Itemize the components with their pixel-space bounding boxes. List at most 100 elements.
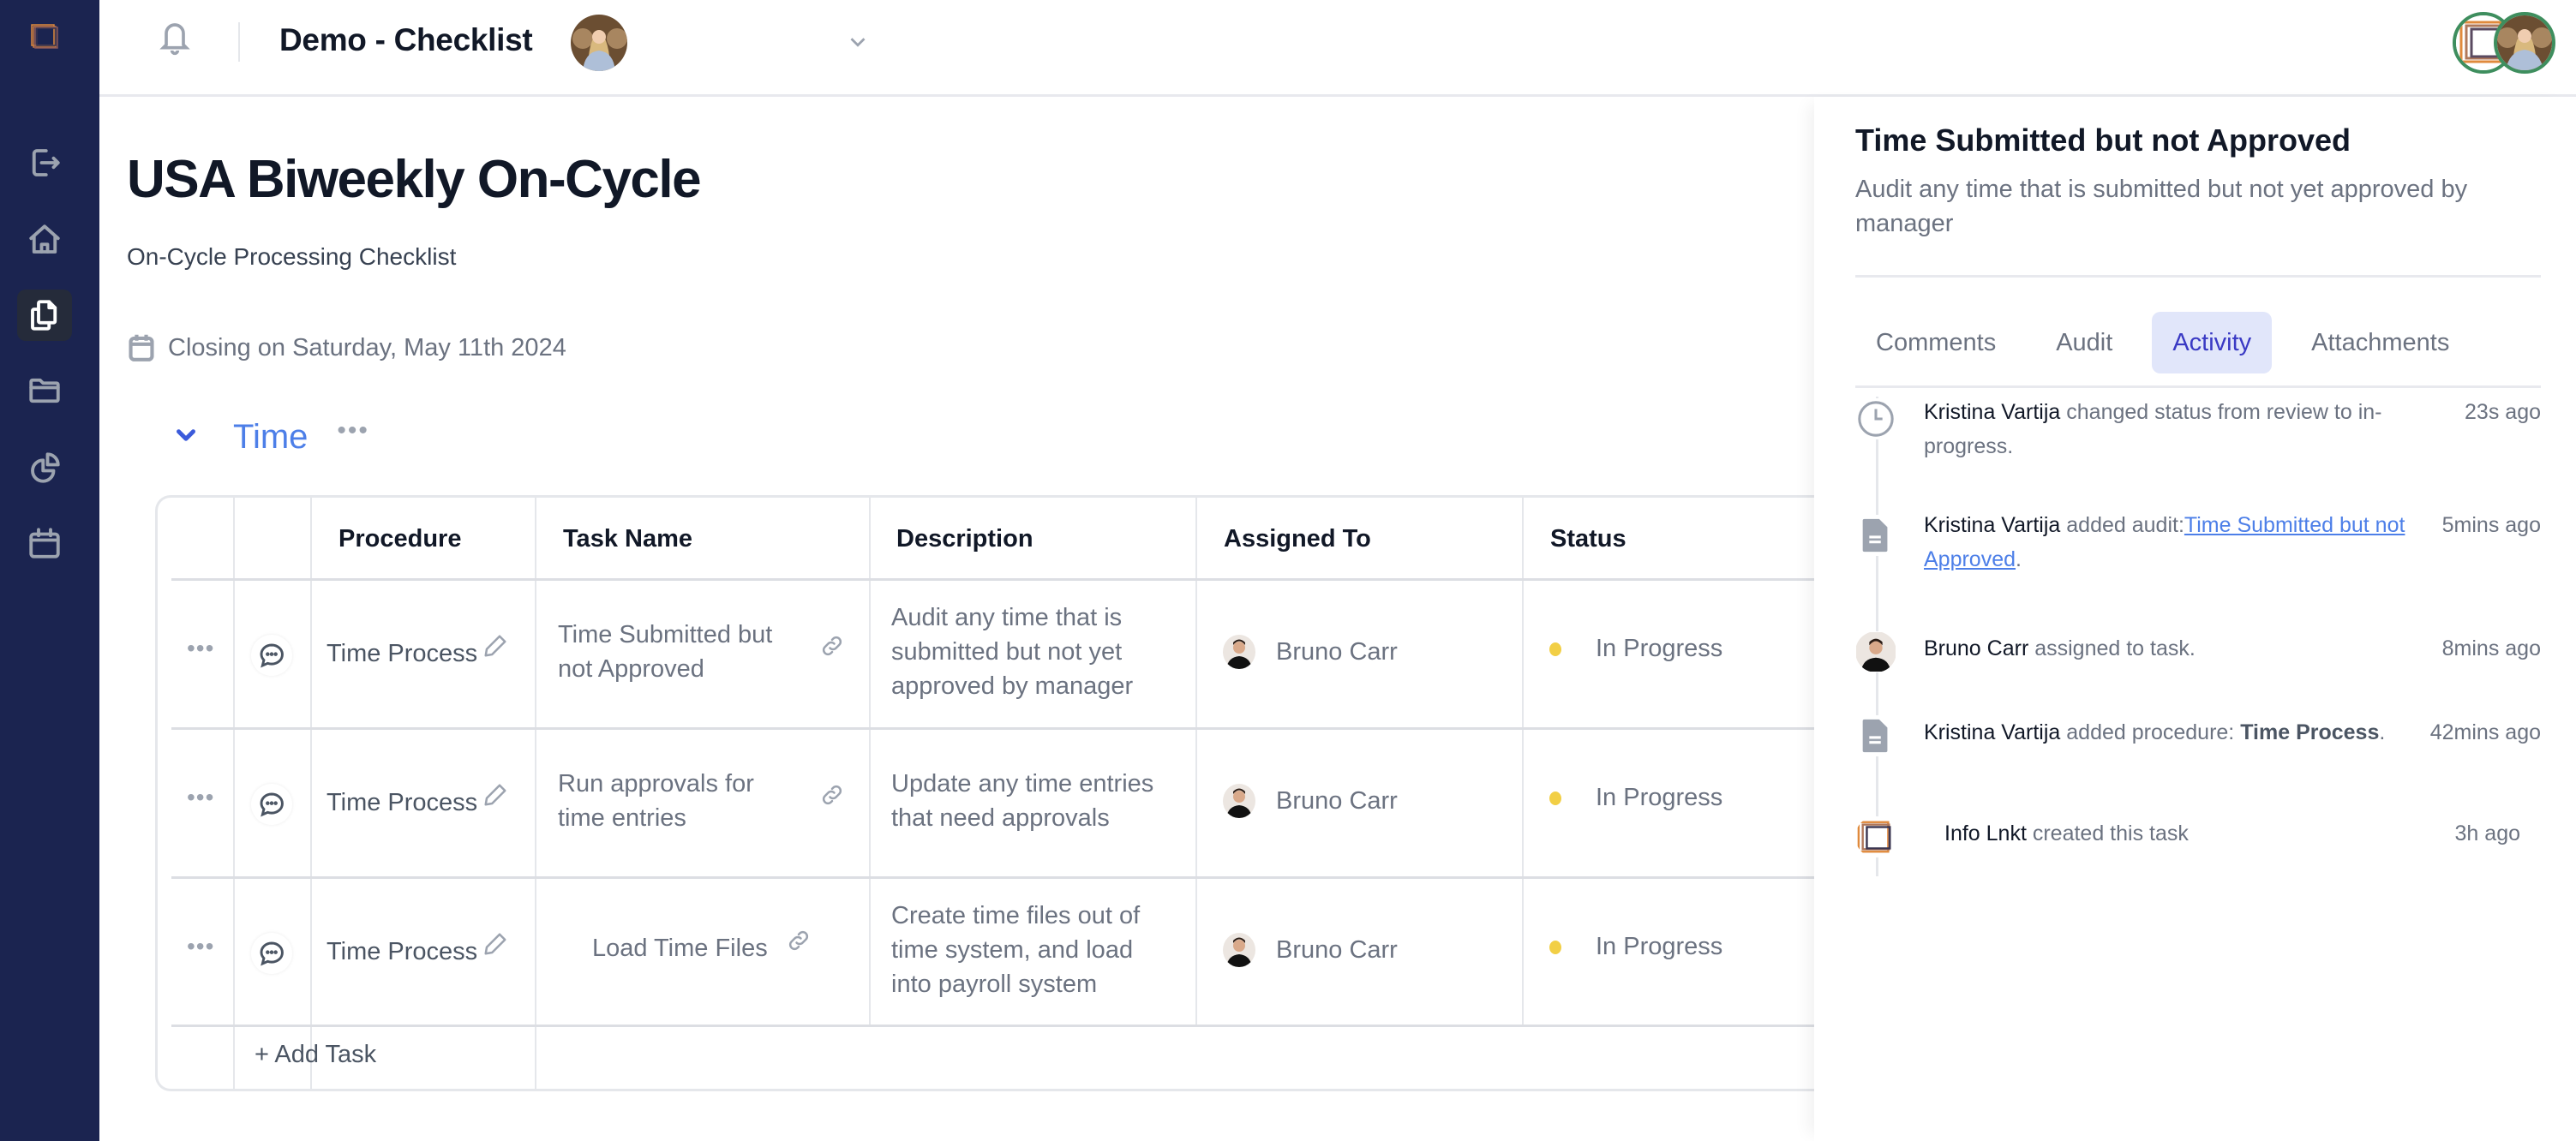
document-icon bbox=[1855, 515, 1896, 556]
comment-icon bbox=[260, 941, 284, 966]
task-name-line: not Approved bbox=[558, 655, 704, 683]
activity-time: 5mins ago bbox=[2441, 513, 2541, 537]
sidebar-item-checklists[interactable] bbox=[17, 290, 72, 341]
avatar-info-lnkt[interactable] bbox=[1855, 816, 1896, 857]
notifications-button[interactable] bbox=[158, 19, 192, 57]
task-name-line: Load Time Files bbox=[592, 935, 768, 962]
activity-text: Info Lnkt created this task bbox=[1944, 816, 2433, 851]
assignee-cell[interactable]: Bruno Carr bbox=[1223, 933, 1398, 967]
task-link-button[interactable] bbox=[786, 928, 812, 958]
row-more-button[interactable]: ••• bbox=[187, 933, 214, 960]
task-name-cell[interactable]: Time Submitted but not Approved bbox=[558, 618, 772, 686]
collaborator-avatars[interactable] bbox=[2453, 12, 2559, 74]
assignee-avatar bbox=[1223, 933, 1255, 967]
documents-icon bbox=[31, 300, 57, 331]
row-more-button[interactable]: ••• bbox=[187, 784, 214, 811]
link-icon bbox=[788, 930, 809, 951]
column-header-procedure[interactable]: Procedure bbox=[338, 525, 461, 553]
document-icon bbox=[1855, 715, 1896, 756]
activity-actor[interactable]: Bruno Carr bbox=[1924, 636, 2028, 660]
task-link-button[interactable] bbox=[819, 782, 845, 812]
procedure-cell[interactable]: Time Process bbox=[326, 935, 477, 969]
activity-time: 8mins ago bbox=[2441, 636, 2541, 660]
row-comments-button[interactable] bbox=[251, 933, 292, 974]
task-link-button[interactable] bbox=[819, 633, 845, 663]
status-cell[interactable]: In Progress bbox=[1549, 933, 1722, 961]
activity-text: Kristina Vartija changed status from rev… bbox=[1924, 395, 2412, 463]
workspace-dropdown[interactable] bbox=[845, 29, 871, 55]
assignee-avatar bbox=[1223, 635, 1255, 669]
assignee-name: Bruno Carr bbox=[1276, 786, 1398, 815]
section-more-button[interactable]: ••• bbox=[337, 417, 369, 444]
comment-icon bbox=[260, 792, 284, 817]
section-title[interactable]: Time bbox=[233, 418, 308, 457]
pencil-icon bbox=[484, 933, 506, 955]
row-more-button[interactable]: ••• bbox=[187, 635, 214, 662]
sidebar-item-calendar[interactable] bbox=[17, 517, 72, 569]
description-line: time system, and load bbox=[891, 936, 1134, 964]
activity-time: 42mins ago bbox=[2429, 720, 2541, 744]
task-name-cell[interactable]: Run approvals for time entries bbox=[558, 767, 754, 835]
top-header: Demo - Checklist bbox=[99, 0, 2576, 97]
procedure-cell[interactable]: Time Process bbox=[326, 636, 477, 671]
sidebar-item-logout[interactable] bbox=[17, 137, 72, 188]
sidebar-item-home[interactable] bbox=[17, 214, 72, 266]
activity-punctuation: . bbox=[2016, 547, 2022, 571]
workspace-title: Demo - Checklist bbox=[279, 22, 533, 57]
activity-actor[interactable]: Info Lnkt bbox=[1944, 821, 2027, 845]
pencil-icon bbox=[484, 635, 506, 657]
pie-chart-icon bbox=[31, 452, 60, 483]
procedure-cell[interactable]: Time Process bbox=[326, 786, 477, 820]
row-comments-button[interactable] bbox=[251, 635, 292, 676]
sidebar-item-files[interactable] bbox=[17, 365, 72, 416]
edit-procedure-button[interactable] bbox=[482, 782, 508, 812]
tab-audit[interactable]: Audit bbox=[2035, 312, 2133, 373]
column-header-status[interactable]: Status bbox=[1550, 525, 1626, 553]
pencil-icon bbox=[484, 784, 506, 806]
status-dot bbox=[1549, 940, 1561, 954]
assignee-cell[interactable]: Bruno Carr bbox=[1223, 784, 1398, 818]
app-logo[interactable] bbox=[31, 24, 62, 50]
activity-punctuation: . bbox=[2379, 720, 2386, 744]
status-dot bbox=[1549, 791, 1561, 805]
column-header-assigned-to[interactable]: Assigned To bbox=[1224, 525, 1371, 553]
closing-date-text: Closing on Saturday, May 11th 2024 bbox=[168, 333, 566, 361]
task-name-cell[interactable]: Load Time Files bbox=[592, 931, 768, 965]
avatar-bruno-carr[interactable] bbox=[1855, 631, 1896, 672]
edit-procedure-button[interactable] bbox=[482, 931, 508, 961]
link-icon bbox=[822, 785, 842, 805]
chevron-down-icon bbox=[177, 429, 195, 441]
panel-tabs: Comments Audit Activity Attachments bbox=[1855, 312, 2489, 373]
activity-time: 23s ago bbox=[2465, 400, 2541, 424]
status-label: In Progress bbox=[1596, 635, 1723, 662]
column-header-description[interactable]: Description bbox=[896, 525, 1033, 553]
status-cell[interactable]: In Progress bbox=[1549, 635, 1722, 663]
assignee-cell[interactable]: Bruno Carr bbox=[1223, 635, 1398, 669]
activity-actor[interactable]: Kristina Vartija bbox=[1924, 513, 2060, 537]
status-cell[interactable]: In Progress bbox=[1549, 784, 1722, 812]
description-line: Create time files out of bbox=[891, 902, 1141, 929]
row-comments-button[interactable] bbox=[251, 784, 292, 825]
activity-actor[interactable]: Kristina Vartija bbox=[1924, 720, 2060, 744]
collapse-section-button[interactable] bbox=[171, 421, 201, 454]
column-divider bbox=[535, 498, 536, 1089]
avatar-kristina-vartija[interactable] bbox=[2494, 12, 2555, 74]
logout-icon bbox=[32, 149, 60, 176]
sidebar-item-reports[interactable] bbox=[17, 442, 72, 493]
description-cell: Audit any time that is submitted but not… bbox=[891, 600, 1133, 703]
column-divider bbox=[233, 498, 235, 1089]
tab-attachments[interactable]: Attachments bbox=[2291, 312, 2470, 373]
activity-description: added audit: bbox=[2060, 513, 2184, 537]
column-header-task-name[interactable]: Task Name bbox=[563, 525, 692, 553]
activity-actor[interactable]: Kristina Vartija bbox=[1924, 400, 2060, 424]
description-cell: Create time files out of time system, an… bbox=[891, 899, 1140, 1001]
status-label: In Progress bbox=[1596, 933, 1723, 960]
tab-activity[interactable]: Activity bbox=[2152, 312, 2273, 373]
tab-comments[interactable]: Comments bbox=[1855, 312, 2016, 373]
workspace-owner-avatar[interactable] bbox=[571, 15, 627, 71]
edit-procedure-button[interactable] bbox=[482, 633, 508, 663]
description-line: Audit any time that is bbox=[891, 604, 1123, 631]
calendar-icon bbox=[29, 528, 60, 559]
chevron-down-icon bbox=[850, 38, 866, 47]
add-task-button[interactable]: + Add Task bbox=[255, 1041, 376, 1069]
